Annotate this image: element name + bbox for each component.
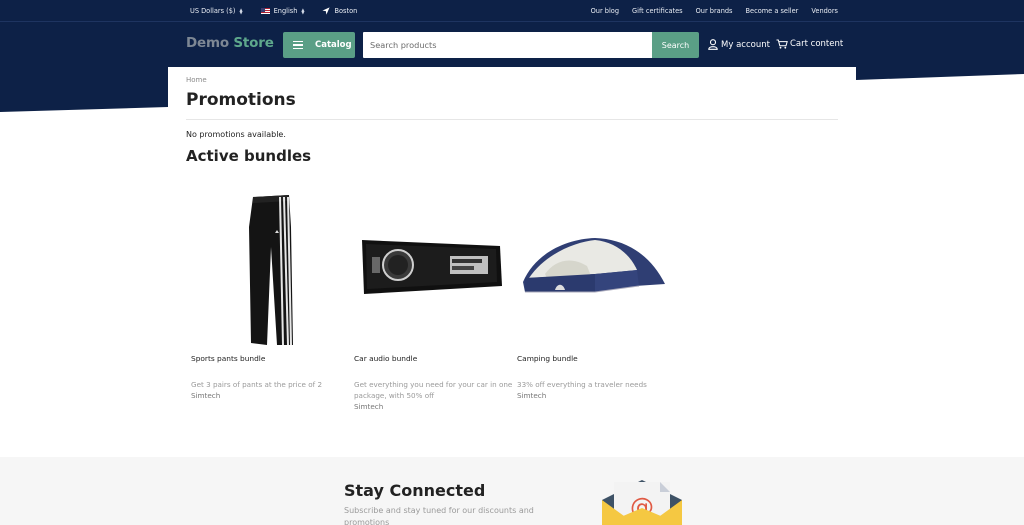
bundle-vendor[interactable]: Simtech [517, 390, 677, 401]
tent-image[interactable] [512, 185, 672, 348]
bundle-name[interactable]: Car audio bundle [354, 354, 417, 363]
top-bar: US Dollars ($) ▲ ▼ English ▲ ▼ Boston Our … [0, 0, 1024, 22]
bundle-description: 33% off everything a traveler needs Simt… [517, 379, 677, 401]
bundle-card[interactable]: Camping bundle 33% off everything a trav… [512, 185, 672, 400]
bundle-description: Get everything you need for your car in … [354, 380, 514, 412]
breadcrumb-home[interactable]: Home [186, 76, 207, 84]
active-bundles-heading: Active bundles [186, 147, 312, 165]
envelope-email-icon: @ [602, 480, 682, 525]
catalog-label: Catalog [315, 40, 352, 50]
link-gift-certificates[interactable]: Gift certificates [632, 7, 683, 15]
link-become-seller[interactable]: Become a seller [746, 7, 799, 15]
location-label: Boston [334, 7, 358, 15]
location-selector[interactable]: Boston [322, 7, 357, 15]
menu-icon [293, 41, 303, 49]
bundle-name[interactable]: Camping bundle [517, 354, 578, 363]
link-vendors[interactable]: Vendors [811, 7, 838, 15]
bundle-card[interactable]: Sports pants bundle Get 3 pairs of pants… [186, 185, 346, 400]
store-logo[interactable]: Demo Store [186, 35, 274, 51]
search-input[interactable] [363, 32, 652, 58]
sports-pants-image[interactable] [186, 185, 346, 348]
cart-link[interactable]: Cart content [776, 39, 843, 49]
bundle-name[interactable]: Sports pants bundle [191, 354, 265, 363]
search-bar: Search [363, 32, 699, 58]
no-promotions-message: No promotions available. [186, 130, 286, 139]
divider [186, 119, 838, 120]
link-our-blog[interactable]: Our blog [591, 7, 619, 15]
user-icon [708, 39, 718, 50]
language-selector[interactable]: English ▲ ▼ [260, 7, 305, 15]
currency-selector[interactable]: US Dollars ($) ▲ ▼ [190, 7, 243, 15]
us-flag-icon [260, 8, 270, 14]
search-button[interactable]: Search [652, 32, 699, 58]
location-arrow-icon [322, 7, 331, 15]
bundle-vendor[interactable]: Simtech [191, 390, 351, 401]
bundle-vendor[interactable]: Simtech [354, 401, 514, 412]
updown-arrows-icon: ▲ ▼ [239, 7, 243, 15]
page-title: Promotions [186, 90, 296, 110]
cart-icon [776, 39, 788, 49]
link-our-brands[interactable]: Our brands [696, 7, 733, 15]
catalog-button[interactable]: Catalog [283, 32, 355, 58]
language-label: English [273, 7, 298, 15]
stay-connected-title: Stay Connected [344, 481, 486, 500]
updown-arrows-icon: ▲ ▼ [301, 7, 305, 15]
car-audio-image[interactable] [349, 185, 509, 348]
currency-label: US Dollars ($) [190, 7, 236, 15]
cart-label: Cart content [790, 39, 844, 49]
my-account-link[interactable]: My account [708, 39, 770, 50]
bundle-description: Get 3 pairs of pants at the price of 2 S… [191, 379, 351, 401]
my-account-label: My account [721, 39, 770, 50]
stay-connected-description: Subscribe and stay tuned for our discoun… [344, 506, 534, 525]
bundle-card[interactable]: Car audio bundle Get everything you need… [349, 185, 512, 411]
